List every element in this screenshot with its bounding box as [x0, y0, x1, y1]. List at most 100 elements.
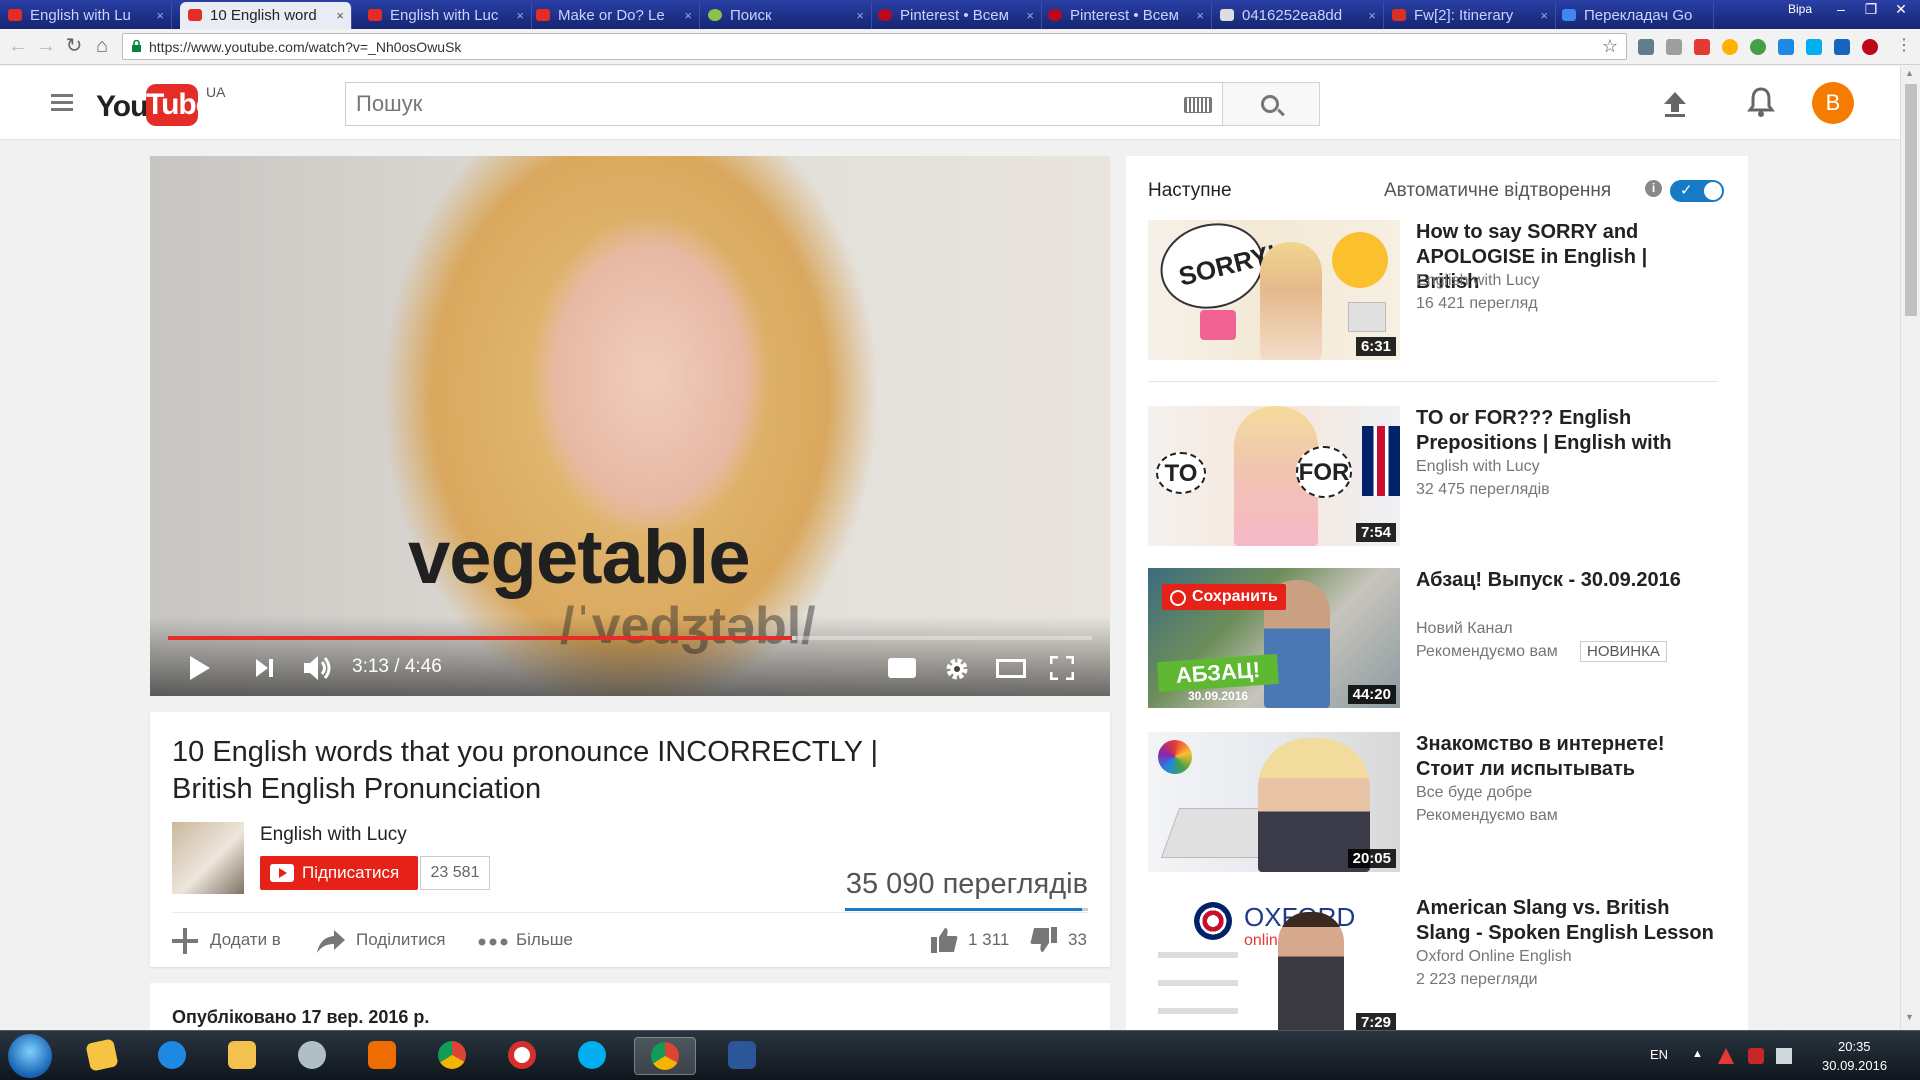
recommended-video-title[interactable]: American Slang vs. British Slang - Spoke… — [1416, 896, 1716, 946]
language-indicator[interactable]: EN — [1650, 1047, 1668, 1062]
close-icon[interactable]: × — [1540, 2, 1548, 29]
browser-tab-active[interactable]: 10 English word × — [180, 2, 352, 29]
progress-bar[interactable] — [168, 636, 1092, 640]
back-icon[interactable]: ← — [6, 35, 30, 59]
subtitles-icon[interactable] — [888, 658, 916, 678]
share-button[interactable]: Поділитися — [356, 930, 445, 950]
close-icon[interactable]: × — [1196, 2, 1204, 29]
browser-tab[interactable]: Fw[2]: Itinerary × — [1384, 2, 1556, 29]
network-icon[interactable] — [1776, 1048, 1792, 1064]
video-thumbnail[interactable]: TO FOR 7:54 — [1148, 406, 1400, 546]
extension-icon[interactable] — [1638, 39, 1654, 55]
channel-name[interactable]: English with Lucy — [260, 824, 407, 846]
thumbs-up-icon[interactable] — [930, 926, 958, 954]
account-avatar[interactable]: В — [1812, 82, 1854, 124]
recommended-video-title[interactable]: Абзац! Выпуск - 30.09.2016 — [1416, 568, 1716, 593]
bell-icon[interactable] — [1746, 86, 1776, 118]
extension-icon[interactable] — [1806, 39, 1822, 55]
minimize-icon[interactable]: – — [1826, 0, 1856, 20]
browser-tab[interactable]: English with Lu × — [0, 2, 172, 29]
subscribe-button[interactable]: Підписатися — [260, 856, 418, 890]
video-player[interactable]: vegetable /ˈvedʒtəbl/ 3:13 / 4:46 — [150, 156, 1110, 696]
bookmark-star-icon[interactable]: ☆ — [1602, 36, 1618, 57]
forward-icon[interactable]: → — [34, 35, 58, 59]
more-icon[interactable] — [478, 938, 508, 946]
video-thumbnail[interactable]: АБЗАЦ! 30.09.2016 Сохранить 44:20 — [1148, 568, 1400, 708]
recommended-video[interactable]: OXFORD online e 7:29 American Slang vs. … — [1148, 896, 1718, 1036]
extension-icon[interactable] — [1666, 39, 1682, 55]
recommended-video[interactable]: TO FOR 7:54 TO or FOR??? English Preposi… — [1148, 406, 1718, 546]
close-icon[interactable]: × — [516, 2, 524, 29]
close-icon[interactable]: × — [336, 2, 344, 29]
antivirus-icon[interactable] — [1748, 1048, 1764, 1064]
extension-icon[interactable] — [1778, 39, 1794, 55]
video-thumbnail[interactable]: 20:05 — [1148, 732, 1400, 872]
close-window-icon[interactable]: ✕ — [1886, 0, 1916, 20]
taskbar-app[interactable] — [432, 1037, 472, 1075]
play-icon[interactable] — [190, 656, 210, 680]
taskbar-app-active[interactable] — [634, 1037, 696, 1075]
scroll-up-icon[interactable]: ▲ — [1905, 68, 1914, 78]
volume-icon[interactable] — [302, 654, 334, 682]
share-icon[interactable] — [316, 928, 346, 954]
taskbar-app[interactable] — [222, 1037, 262, 1075]
thumbs-down-icon[interactable] — [1030, 926, 1058, 954]
warning-icon[interactable] — [1718, 1048, 1734, 1064]
info-icon[interactable]: i — [1645, 180, 1662, 197]
close-icon[interactable]: × — [856, 2, 864, 29]
taskbar-app[interactable] — [362, 1037, 402, 1075]
extension-icon[interactable] — [1722, 39, 1738, 55]
browser-tab[interactable]: Поиск × — [700, 2, 872, 29]
fullscreen-icon[interactable] — [1050, 656, 1074, 680]
video-thumbnail[interactable]: OXFORD online e 7:29 — [1148, 896, 1400, 1036]
recommended-video-title[interactable]: TO or FOR??? English Prepositions | Engl… — [1416, 406, 1716, 456]
extension-icon[interactable] — [1694, 39, 1710, 55]
add-icon[interactable] — [172, 928, 198, 954]
taskbar-app[interactable] — [502, 1037, 542, 1075]
scroll-down-icon[interactable]: ▼ — [1905, 1012, 1914, 1022]
clock-time[interactable]: 20:35 — [1838, 1039, 1871, 1054]
recommended-video-title[interactable]: Знакомство в интернете! Стоит ли испытыв… — [1416, 732, 1716, 782]
browser-menu-icon[interactable]: ⋮ — [1892, 35, 1916, 59]
close-icon[interactable]: × — [684, 2, 692, 29]
more-button[interactable]: Більше — [516, 930, 573, 950]
add-to-button[interactable]: Додати в — [210, 930, 281, 950]
restore-icon[interactable]: ❐ — [1856, 0, 1886, 20]
browser-tab[interactable]: Make or Do? Le × — [528, 2, 700, 29]
save-button[interactable]: Сохранить — [1162, 584, 1286, 610]
reload-icon[interactable]: ↻ — [62, 35, 86, 59]
tray-expand-icon[interactable]: ▲ — [1692, 1048, 1708, 1064]
keyboard-icon[interactable] — [1184, 97, 1212, 113]
clock-date[interactable]: 30.09.2016 — [1822, 1058, 1887, 1073]
recommended-video[interactable]: SORRY! 6:31 How to say SORRY and APOLOGI… — [1148, 220, 1718, 360]
theater-mode-icon[interactable] — [996, 659, 1026, 678]
pinterest-icon[interactable] — [1862, 39, 1878, 55]
scrollbar-thumb[interactable] — [1905, 84, 1917, 316]
search-input[interactable] — [346, 83, 1166, 125]
taskbar-app[interactable] — [292, 1037, 332, 1075]
address-bar[interactable]: https://www.youtube.com/watch?v=_Nh0osOw… — [122, 33, 1627, 60]
start-button[interactable] — [8, 1034, 52, 1078]
hamburger-menu-icon[interactable] — [51, 94, 73, 111]
browser-tab[interactable]: 0416252ea8dd × — [1212, 2, 1384, 29]
close-icon[interactable]: × — [1368, 2, 1376, 29]
video-thumbnail[interactable]: SORRY! 6:31 — [1148, 220, 1400, 360]
home-icon[interactable]: ⌂ — [90, 35, 114, 59]
extension-icon[interactable] — [1834, 39, 1850, 55]
autoplay-toggle[interactable]: ✓ — [1670, 180, 1724, 202]
gear-icon[interactable] — [944, 656, 970, 682]
page-scrollbar[interactable]: ▲ ▼ — [1900, 66, 1920, 1030]
close-icon[interactable]: × — [1026, 2, 1034, 29]
extension-icon[interactable] — [1750, 39, 1766, 55]
taskbar-app[interactable] — [82, 1037, 122, 1075]
browser-tab[interactable]: Pinterest • Всем × — [870, 2, 1042, 29]
browser-tab[interactable]: Перекладач Go — [1554, 2, 1714, 29]
next-icon[interactable] — [254, 658, 274, 678]
recommended-video[interactable]: АБЗАЦ! 30.09.2016 Сохранить 44:20 Абзац!… — [1148, 568, 1718, 708]
search-button[interactable] — [1222, 82, 1320, 126]
close-icon[interactable]: × — [156, 2, 164, 29]
taskbar-app[interactable] — [152, 1037, 192, 1075]
recommended-video[interactable]: 20:05 Знакомство в интернете! Стоит ли и… — [1148, 732, 1718, 872]
taskbar-app[interactable] — [572, 1037, 612, 1075]
channel-avatar[interactable] — [172, 822, 244, 894]
